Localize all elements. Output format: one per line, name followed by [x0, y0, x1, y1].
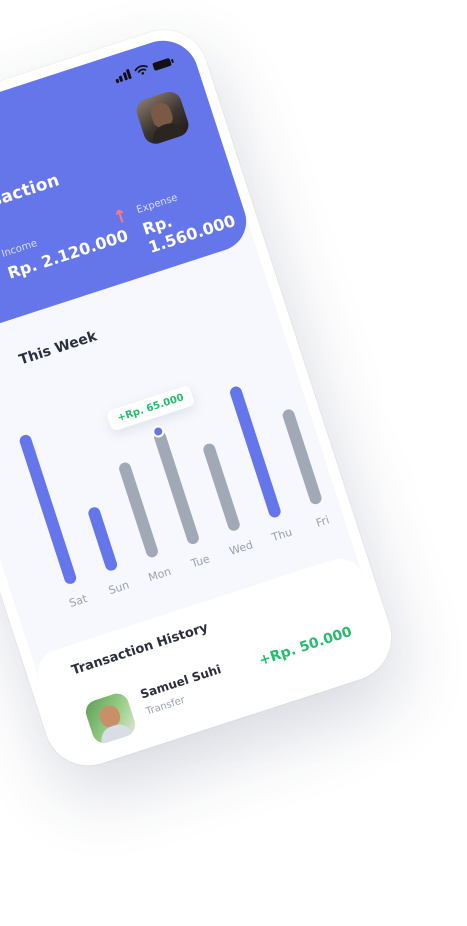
status-bar: [113, 56, 172, 84]
arrow-up-icon: ↑: [110, 204, 132, 230]
chart-bar-wed[interactable]: [201, 441, 242, 533]
summary-header: Transaction Income Rp. 2.120.000 ↑ Expen…: [0, 31, 254, 346]
wifi-icon: [134, 64, 148, 75]
app-screen: Transaction Income Rp. 2.120.000 ↑ Expen…: [0, 31, 390, 765]
history-title: Transaction History: [69, 620, 211, 679]
chart-bar-thu[interactable]: [228, 385, 282, 520]
day-label-wed: Wed: [227, 538, 255, 558]
user-avatar[interactable]: [133, 88, 192, 147]
day-label-fri: Fri: [314, 513, 331, 530]
chart-bar-tue[interactable]: [152, 429, 201, 546]
phone-device: Transaction Income Rp. 2.120.000 ↑ Expen…: [0, 18, 403, 777]
transaction-amount: +Rp. 50.000: [257, 623, 355, 670]
chart-bar-mon[interactable]: [117, 461, 160, 559]
chart-tooltip: +Rp. 65.000: [106, 384, 196, 432]
chart-bar-sat[interactable]: [18, 433, 79, 586]
chart-bar-fri[interactable]: [280, 408, 323, 506]
day-label-tue: Tue: [189, 552, 212, 571]
transaction-avatar: [82, 690, 139, 747]
day-label-sun: Sun: [106, 578, 131, 598]
week-section-title: This Week: [17, 328, 99, 369]
day-label-thu: Thu: [270, 525, 294, 545]
day-label-mon: Mon: [146, 564, 173, 585]
page-title: Transaction: [0, 170, 63, 225]
income-value: Rp. 2.120.000: [5, 225, 131, 283]
day-label-sat: Sat: [67, 592, 89, 611]
battery-icon: [152, 57, 172, 71]
home-indicator[interactable]: [170, 704, 296, 749]
signal-icon: [113, 68, 132, 84]
chart-bar-sun[interactable]: [86, 505, 119, 573]
